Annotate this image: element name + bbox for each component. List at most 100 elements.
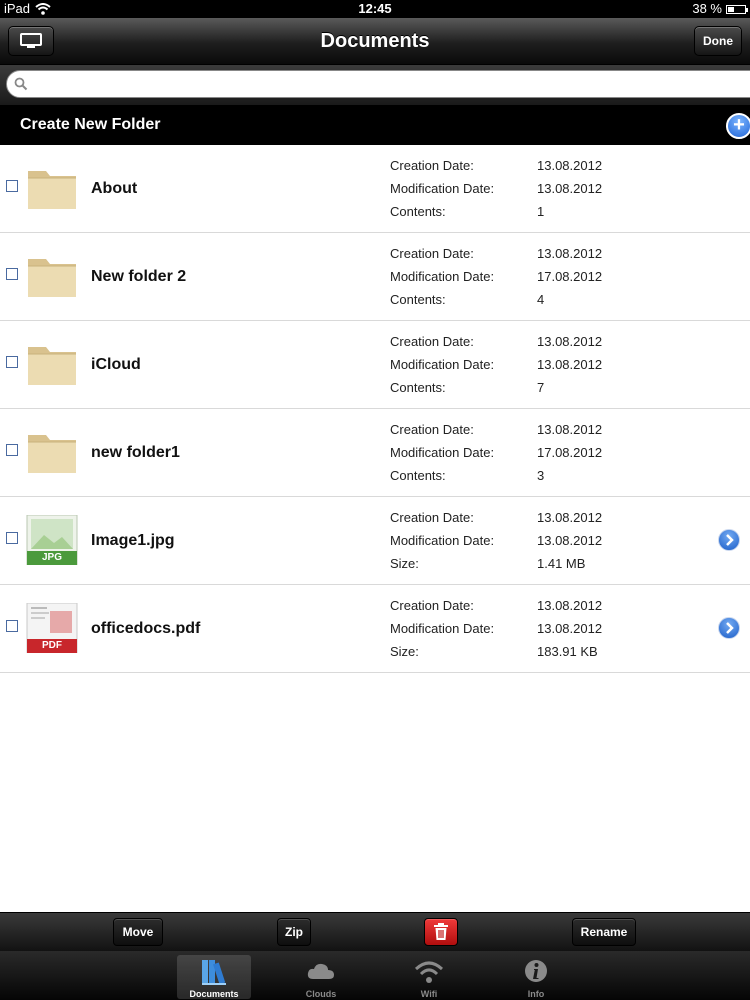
pdf-file-icon: PDF [26,602,78,654]
file-name: officedocs.pdf [91,620,201,637]
metadata-label: Creation Date: [390,598,474,613]
file-row[interactable]: About Creation Date: 13.08.2012 Modificatio… [0,145,750,233]
file-row[interactable]: JPG Image1.jpg Creation Date: 13.08.2012 Mod… [0,497,750,585]
action-toolbar: Move Zip Rename [0,912,750,951]
file-metadata: Creation Date: 13.08.2012 Modification Dat… [390,597,690,666]
wifi-icon [414,961,444,983]
metadata-value: 13.08.2012 [537,533,603,548]
metadata-label: Contents: [390,292,446,307]
file-row[interactable]: new folder1 Creation Date: 13.08.2012 Modif… [0,409,750,497]
metadata-value: 13.08.2012 [537,621,603,636]
metadata-value: 13.08.2012 [537,246,603,261]
file-metadata: Creation Date: 13.08.2012 Modification Dat… [390,157,690,226]
file-list: About Creation Date: 13.08.2012 Modificatio… [0,145,750,673]
select-checkbox[interactable] [6,268,18,280]
metadata-line: Creation Date: 13.08.2012 [390,333,690,356]
metadata-line: Modification Date: 13.08.2012 [390,356,690,379]
status-bar: iPad 12:45 38 % [0,0,750,18]
file-row[interactable]: New folder 2 Creation Date: 13.08.2012 Modi… [0,233,750,321]
file-metadata: Creation Date: 13.08.2012 Modification Dat… [390,421,690,490]
file-name: About [91,180,138,197]
metadata-line: Contents: 7 [390,379,690,402]
metadata-line: Creation Date: 13.08.2012 [390,157,690,180]
status-time: 12:45 [358,1,392,16]
tab-label: Documents [189,989,239,999]
metadata-value: 17.08.2012 [537,445,603,460]
folder-icon [26,163,78,213]
cloud-icon [307,963,334,979]
done-button[interactable]: Done [694,26,742,56]
file-name: New folder 2 [91,268,187,285]
create-folder-label: Create New Folder [20,116,161,133]
folder-icon [26,427,78,477]
search-input[interactable] [6,70,750,98]
delete-button[interactable] [424,918,458,946]
metadata-line: Contents: 4 [390,291,690,314]
move-button[interactable]: Move [113,918,163,946]
file-name: Image1.jpg [91,532,175,549]
metadata-value: 13.08.2012 [537,334,603,349]
metadata-label: Modification Date: [390,445,495,460]
metadata-value: 3 [537,468,545,483]
file-row[interactable]: PDF officedocs.pdf Creation Date: 13.08.201… [0,585,750,673]
folder-icon [26,339,78,389]
metadata-label: Modification Date: [390,533,495,548]
metadata-label: Modification Date: [390,357,495,372]
file-type-badge: JPG [41,552,62,563]
tab-clouds[interactable]: Clouds [284,955,358,999]
metadata-label: Modification Date: [390,621,495,636]
tab-label: Clouds [305,989,337,999]
metadata-label: Creation Date: [390,246,474,261]
disclosure-arrow-icon[interactable] [718,617,740,639]
metadata-label: Creation Date: [390,158,474,173]
select-checkbox[interactable] [6,356,18,368]
metadata-label: Modification Date: [390,269,495,284]
trash-icon [434,923,448,940]
jpg-file-icon: JPG [26,514,78,566]
file-name: iCloud [91,356,141,373]
metadata-value: 13.08.2012 [537,510,603,525]
metadata-value: 13.08.2012 [537,598,603,613]
file-metadata: Creation Date: 13.08.2012 Modification Dat… [390,333,690,402]
metadata-value: 1 [537,204,545,219]
metadata-value: 13.08.2012 [537,422,603,437]
metadata-line: Size: 1.41 MB [390,555,690,578]
tab-label: Wifi [420,989,438,999]
metadata-value: 4 [537,292,545,307]
metadata-line: Creation Date: 13.08.2012 [390,245,690,268]
tab-documents[interactable]: Documents [177,955,251,999]
battery-percent: 38 % [692,1,722,16]
metadata-label: Contents: [390,380,446,395]
info-icon [525,960,547,982]
rename-button[interactable]: Rename [572,918,636,946]
tab-wifi[interactable]: Wifi [392,955,466,999]
create-folder-row[interactable]: Create New Folder + [0,105,750,145]
documents-icon [202,960,226,985]
metadata-line: Creation Date: 13.08.2012 [390,421,690,444]
add-folder-icon[interactable]: + [726,113,750,139]
battery-icon [726,4,748,14]
metadata-label: Size: [390,556,419,571]
metadata-line: Modification Date: 13.08.2012 [390,532,690,555]
select-checkbox[interactable] [6,180,18,192]
zip-button[interactable]: Zip [277,918,311,946]
file-row[interactable]: iCloud Creation Date: 13.08.2012 Modificati… [0,321,750,409]
select-checkbox[interactable] [6,620,18,632]
search-bar [0,65,750,105]
disclosure-arrow-icon[interactable] [718,529,740,551]
metadata-label: Creation Date: [390,422,474,437]
file-metadata: Creation Date: 13.08.2012 Modification Dat… [390,509,690,578]
metadata-value: 17.08.2012 [537,269,603,284]
metadata-label: Creation Date: [390,510,474,525]
tab-info[interactable]: Info [499,955,573,999]
metadata-line: Modification Date: 17.08.2012 [390,268,690,291]
metadata-value: 7 [537,380,545,395]
metadata-line: Modification Date: 13.08.2012 [390,620,690,643]
metadata-line: Size: 183.91 KB [390,643,690,666]
metadata-value: 13.08.2012 [537,181,603,196]
metadata-label: Modification Date: [390,181,495,196]
select-checkbox[interactable] [6,444,18,456]
select-checkbox[interactable] [6,532,18,544]
metadata-line: Creation Date: 13.08.2012 [390,597,690,620]
file-name: new folder1 [91,444,180,461]
